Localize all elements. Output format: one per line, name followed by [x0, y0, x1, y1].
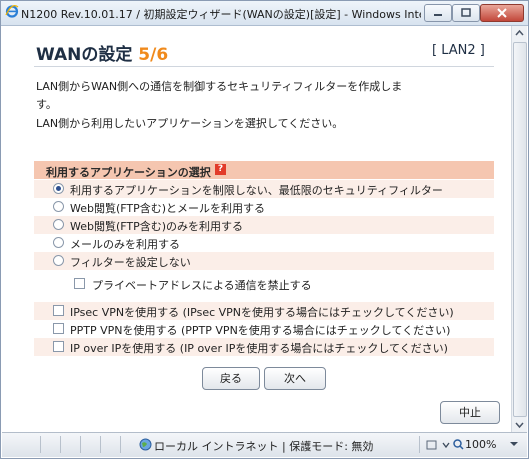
scroll-up-icon[interactable]	[512, 26, 527, 41]
checkbox[interactable]	[74, 278, 85, 289]
checkbox[interactable]	[53, 323, 64, 334]
status-divider	[100, 436, 101, 453]
minimize-icon	[434, 14, 442, 16]
radio-option-no-filter[interactable]: フィルターを設定しない	[34, 252, 494, 270]
description-line: LAN側からWAN側への通信を制御するセキュリティフィルターを作成しま	[36, 80, 403, 93]
status-divider	[40, 436, 41, 453]
status-divider	[80, 436, 81, 453]
radio-option-web-only[interactable]: Web閲覧(FTP含む)のみを利用する	[34, 216, 494, 234]
divider	[34, 66, 494, 67]
maximize-button[interactable]	[452, 4, 480, 22]
radio-label: Web閲覧(FTP含む)とメールを利用する	[70, 202, 266, 215]
checkbox[interactable]	[53, 305, 64, 316]
radio-label: 利用するアプリケーションを制限しない、最低限のセキュリティフィルター	[70, 184, 443, 197]
radio-button[interactable]	[53, 201, 64, 212]
radio-button[interactable]	[53, 255, 64, 266]
radio-option-mail-only[interactable]: メールのみを利用する	[34, 234, 494, 252]
stop-button[interactable]: 中止	[440, 401, 500, 424]
step-indicator: 5/6	[138, 45, 169, 65]
protected-mode-icon[interactable]	[426, 439, 452, 451]
checkbox-label: プライベートアドレスによる通信を禁止する	[92, 279, 312, 292]
maximize-icon	[461, 8, 471, 17]
radio-option-web-mail[interactable]: Web閲覧(FTP含む)とメールを利用する	[34, 198, 494, 216]
back-button[interactable]: 戻る	[202, 367, 260, 390]
radio-option-unrestricted[interactable]: 利用するアプリケーションを制限しない、最低限のセキュリティフィルター	[34, 180, 494, 198]
help-icon[interactable]: ?	[215, 164, 226, 175]
close-button[interactable]	[480, 4, 524, 22]
zoom-icon[interactable]	[453, 439, 464, 450]
private-address-option[interactable]: プライベートアドレスによる通信を禁止する	[34, 275, 494, 293]
window-title: N1200 Rev.10.01.17 / 初期設定ウィザード(WANの設定)[設…	[21, 8, 421, 21]
radio-label: Web閲覧(FTP含む)のみを利用する	[70, 220, 244, 233]
radio-label: フィルターを設定しない	[70, 256, 191, 269]
vertical-scrollbar[interactable]	[511, 26, 527, 432]
checkbox-label: IPsec VPNを使用する (IPsec VPNを使用する場合にはチェックして…	[70, 306, 454, 319]
section-header: 利用するアプリケーションの選択 ?	[34, 161, 494, 179]
next-button[interactable]: 次へ	[264, 367, 326, 390]
scrollbar-thumb[interactable]	[513, 42, 527, 417]
checkbox-label: IP over IPを使用する (IP over IPを使用する場合にはチェック…	[70, 342, 448, 355]
radio-label: メールのみを利用する	[70, 238, 180, 251]
checkbox-label: PPTP VPNを使用する (PPTP VPNを使用する場合にはチェックしてくだ…	[70, 324, 451, 337]
ip-over-ip-option[interactable]: IP over IPを使用する (IP over IPを使用する場合にはチェック…	[34, 338, 494, 356]
title-bar: N1200 Rev.10.01.17 / 初期設定ウィザード(WANの設定)[設…	[1, 1, 528, 26]
minimize-button[interactable]	[424, 4, 452, 22]
stop-button-label: 中止	[459, 406, 481, 419]
security-zone-label: ローカル イントラネット | 保護モード: 無効	[154, 440, 374, 453]
chevron-down-icon[interactable]	[509, 441, 519, 449]
status-divider	[60, 436, 61, 453]
status-divider	[120, 436, 121, 453]
page-title-text: WANの設定	[36, 45, 133, 65]
browser-window: N1200 Rev.10.01.17 / 初期設定ウィザード(WANの設定)[設…	[0, 0, 529, 459]
internet-explorer-icon	[5, 4, 19, 18]
section-title: 利用するアプリケーションの選択	[46, 166, 211, 179]
radio-button[interactable]	[53, 219, 64, 230]
page-content: WANの設定 5/6 [ LAN2 ] LAN側からWAN側への通信を制御するセ…	[2, 26, 510, 432]
status-divider	[419, 436, 420, 453]
status-bar: ローカル イントラネット | 保護モード: 無効 100%	[2, 432, 527, 457]
radio-button[interactable]	[53, 237, 64, 248]
radio-button[interactable]	[53, 183, 64, 194]
pptp-vpn-option[interactable]: PPTP VPNを使用する (PPTP VPNを使用する場合にはチェックしてくだ…	[34, 320, 494, 338]
zoom-level[interactable]: 100%	[465, 438, 496, 451]
next-button-label: 次へ	[284, 372, 306, 385]
ipsec-vpn-option[interactable]: IPsec VPNを使用する (IPsec VPNを使用する場合にはチェックして…	[34, 302, 494, 320]
close-icon	[497, 8, 507, 18]
checkbox[interactable]	[53, 341, 64, 352]
scroll-down-icon[interactable]	[512, 417, 527, 432]
description-line: LAN側から利用したいアプリケーションを選択してください。	[36, 117, 344, 130]
description-line: す。	[36, 98, 57, 111]
lan-tag: [ LAN2 ]	[432, 43, 485, 58]
back-button-label: 戻る	[220, 372, 242, 385]
page-title: WANの設定 5/6	[36, 40, 168, 65]
globe-icon	[139, 438, 152, 451]
